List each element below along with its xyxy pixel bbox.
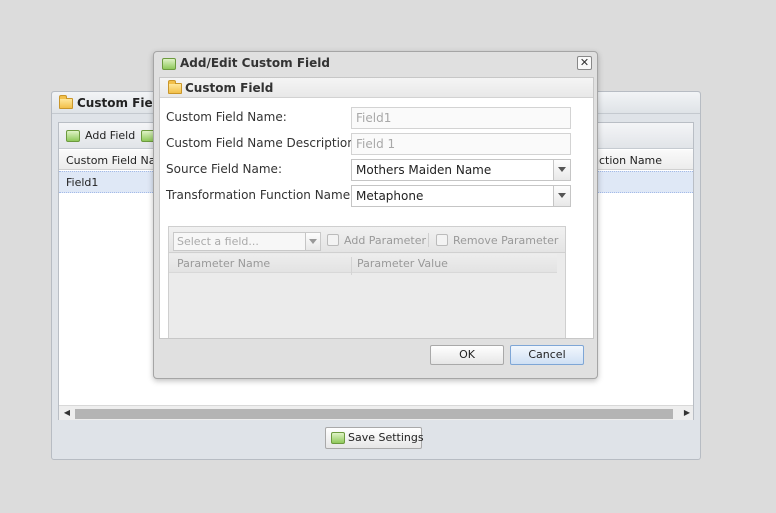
add-icon <box>162 58 176 70</box>
section-title: Custom Field <box>185 81 274 95</box>
source-field-name-label: Source Field Name: <box>166 162 282 176</box>
scroll-thumb[interactable] <box>75 409 673 419</box>
chevron-down-icon[interactable] <box>553 186 570 206</box>
cancel-button[interactable]: Cancel <box>510 345 584 365</box>
section-header: Custom Field <box>160 78 593 98</box>
save-settings-button[interactable]: Save Settings <box>325 427 424 449</box>
folder-icon <box>59 95 73 109</box>
parameter-field-select[interactable]: Select a field... <box>173 232 321 251</box>
add-edit-custom-field-dialog: Add/Edit Custom Field ✕ Custom Field Cus… <box>153 51 598 379</box>
toolbar-separator <box>428 233 429 247</box>
custom-field-section: Custom Field Custom Field Name: Field1 C… <box>159 77 594 339</box>
add-icon <box>66 130 80 142</box>
column-separator <box>351 257 352 275</box>
add-parameter-button[interactable]: Add Parameter <box>327 234 426 247</box>
add-icon <box>327 234 339 246</box>
custom-field-name-label: Custom Field Name: <box>166 110 287 124</box>
source-field-name-combo[interactable]: Mothers Maiden Name <box>351 159 571 181</box>
transformation-function-combo[interactable]: Metaphone <box>351 185 571 207</box>
transformation-function-label: Transformation Function Name: <box>166 188 355 202</box>
folder-icon <box>168 80 182 94</box>
remove-parameter-label: Remove Parameter <box>453 234 559 247</box>
scroll-left-icon[interactable]: ◀ <box>61 407 73 419</box>
source-field-name-value: Mothers Maiden Name <box>356 163 492 177</box>
add-field-button[interactable]: Add Field <box>85 129 135 142</box>
add-parameter-label: Add Parameter <box>344 234 427 247</box>
chevron-down-icon[interactable] <box>553 160 570 180</box>
row-cell-name: Field1 <box>66 176 99 189</box>
parameters-column-headers: Parameter Name Parameter Value <box>169 254 557 275</box>
save-icon <box>331 432 345 444</box>
scroll-right-icon[interactable]: ▶ <box>681 407 693 419</box>
custom-field-name-input[interactable]: Field1 <box>351 107 571 129</box>
horizontal-scrollbar[interactable]: ◀ ▶ <box>59 405 693 420</box>
custom-field-description-label: Custom Field Name Description: <box>166 136 359 150</box>
close-icon[interactable]: ✕ <box>577 56 592 70</box>
custom-field-description-input[interactable]: Field 1 <box>351 133 571 155</box>
save-settings-label: Save Settings <box>348 431 424 444</box>
remove-icon <box>436 234 448 246</box>
parameters-grid: Select a field... Add Parameter Remove P… <box>168 226 566 338</box>
column-header-custom-field-name[interactable]: Custom Field Nam <box>66 154 166 167</box>
column-header-parameter-name[interactable]: Parameter Name <box>177 257 270 270</box>
transformation-function-value: Metaphone <box>356 189 424 203</box>
column-header-function-name[interactable]: nction Name <box>592 154 662 167</box>
column-header-parameter-value[interactable]: Parameter Value <box>357 257 448 270</box>
ok-button[interactable]: OK <box>430 345 504 365</box>
dialog-title: Add/Edit Custom Field <box>180 56 330 70</box>
parameters-toolbar: Select a field... Add Parameter Remove P… <box>169 227 565 253</box>
remove-parameter-button[interactable]: Remove Parameter <box>436 234 558 247</box>
parameter-select-placeholder: Select a field... <box>177 235 259 248</box>
chevron-down-icon[interactable] <box>305 233 320 250</box>
